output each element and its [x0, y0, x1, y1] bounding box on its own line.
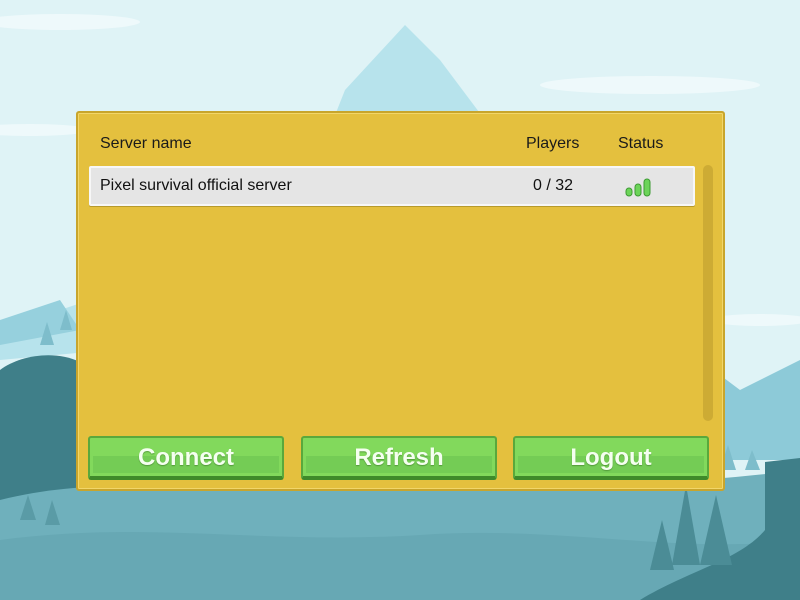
connect-button[interactable]: Connect: [88, 436, 284, 480]
server-list-row[interactable]: Pixel survival official server 0 / 32: [89, 166, 695, 206]
server-browser-panel: Server name Players Status Pixel surviva…: [76, 111, 725, 491]
connect-button-label: Connect: [138, 444, 234, 471]
server-name: Pixel survival official server: [100, 177, 292, 194]
column-header-server-name: Server name: [100, 135, 192, 152]
refresh-button-label: Refresh: [354, 444, 444, 471]
column-header-status: Status: [618, 135, 664, 152]
refresh-button[interactable]: Refresh: [301, 436, 497, 480]
column-header-players: Players: [526, 135, 580, 152]
logout-button[interactable]: Logout: [513, 436, 709, 480]
logout-button-label: Logout: [570, 444, 652, 471]
server-list-scrollbar[interactable]: [703, 165, 713, 421]
signal-strength-icon: [625, 177, 655, 202]
server-player-count: 0 / 32: [532, 177, 574, 194]
